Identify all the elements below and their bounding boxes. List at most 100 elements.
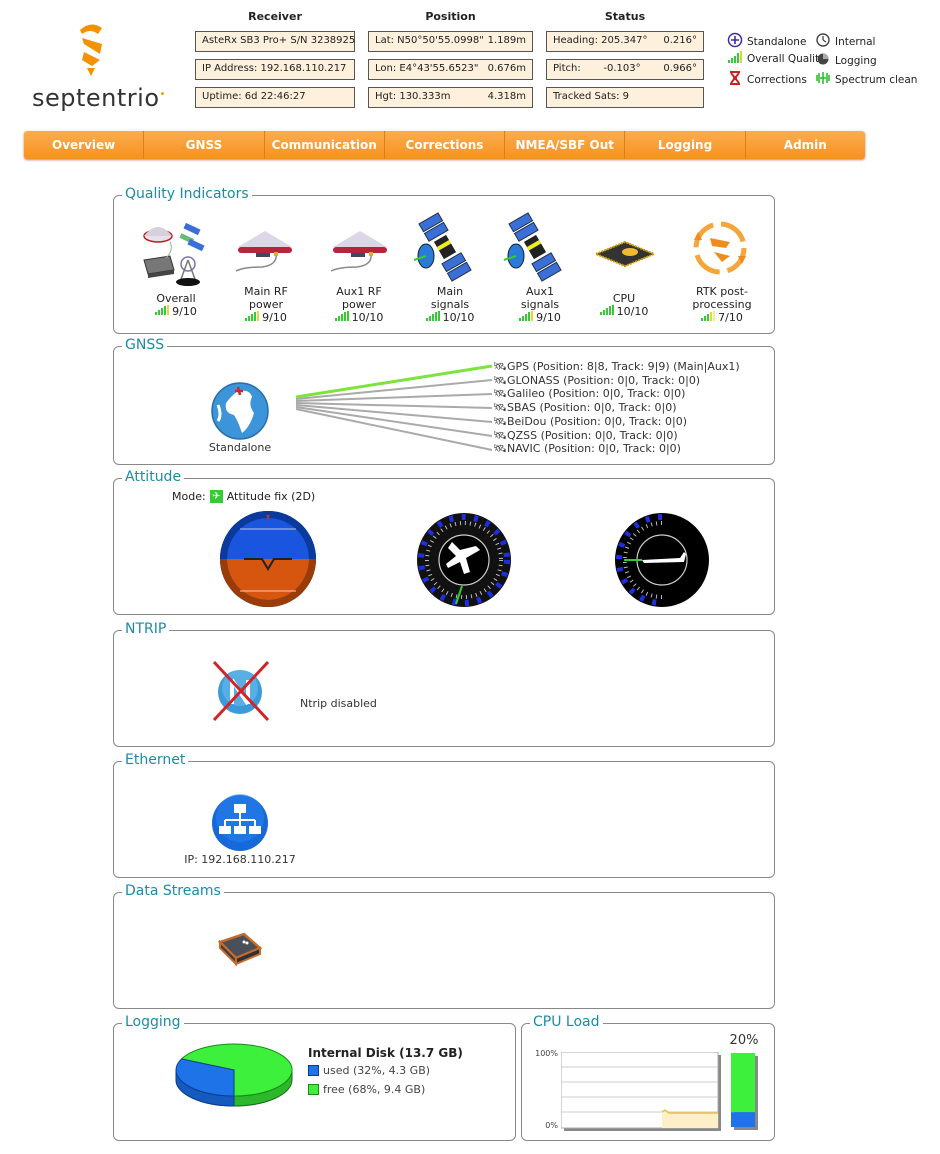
cpu-current-value: 20% [729,1033,759,1048]
position-hgt: Hgt: 130.333m 4.318m [368,87,533,108]
aux1-rf-antenna-icon[interactable] [327,225,393,288]
signal-bars-icon [519,311,534,324]
receiver-model: AsteRx SB3 Pro+ S/N 3238925 [195,31,355,52]
constellation-sbas[interactable]: 🛰SBAS (Position: 0|0, Track: 0|0) [493,401,740,415]
receiver-ip: IP Address: 192.168.110.217 [195,59,355,80]
constellation-gps[interactable]: 🛰GPS (Position: 8|8, Track: 9|9) (Main|A… [493,360,740,374]
nav-nmea-sbf-out[interactable]: NMEA/SBF Out [505,131,626,159]
ntrip-disabled-icon[interactable] [206,658,272,727]
attitude-fix-icon: ✈ [209,490,223,503]
constellation-list: 🛰GPS (Position: 8|8, Track: 9|9) (Main|A… [493,360,740,456]
quality-item-aux1-rf: Aux1 RF power 10/10 [334,285,384,324]
quality-item-main-signals: Main signals 10/10 [414,285,486,324]
main-nav: Overview GNSS Communication Corrections … [24,131,865,159]
signal-bars-icon [245,311,260,324]
panel-title: NTRIP [122,621,170,637]
nav-logging[interactable]: Logging [625,131,746,159]
constellation-qzss[interactable]: 🛰QZSS (Position: 0|0, Track: 0|0) [493,429,740,443]
cpu-bar-free [731,1053,755,1113]
main-signals-satellite-icon[interactable] [412,212,478,285]
artificial-horizon-gauge [218,509,318,612]
pitch-gauge [614,512,710,611]
panel-title: Ethernet [122,752,189,768]
satellite-icon: 🛰 [493,401,507,415]
signal-bars-icon [599,305,614,318]
nav-overview[interactable]: Overview [24,131,145,159]
rtk-postprocessing-icon[interactable] [690,218,750,281]
satellite-icon: 🛰 [493,360,507,373]
overall-quality-icon[interactable] [140,222,206,291]
signal-bars-icon [727,51,743,66]
constellation-glonass[interactable]: 🛰GLONASS (Position: 0|0, Track: 0|0) [493,374,740,388]
satellite-icon: 🛰 [493,387,507,401]
constellation-navic[interactable]: 🛰NAVIC (Position: 0|0, Track: 0|0) [493,442,740,456]
brand-logo: septentrio• [32,84,166,112]
used-swatch-icon [308,1065,319,1076]
clock-icon [815,32,831,51]
ntrip-status: Ntrip disabled [300,697,377,710]
panel-title: Attitude [122,469,185,485]
cpu-y-max-label: 100% [535,1049,558,1058]
network-icon[interactable] [211,794,269,855]
panel-title: GNSS [122,337,168,353]
signal-bars-icon [155,305,170,318]
heading-compass-gauge [416,512,512,611]
legend-free: free (68%, 9.4 GB) [308,1083,425,1096]
cpu-history-chart [561,1052,721,1131]
position-lat: Lat: N50°50'55.0998" 1.189m [368,31,533,52]
cpu-y-min-label: 0% [545,1121,558,1130]
constellation-beidou[interactable]: 🛰BeiDou (Position: 0|0, Track: 0|0) [493,415,740,429]
signal-bars-icon [701,311,716,324]
status-heading: Status [604,10,646,23]
quality-item-rtk-postprocessing: RTK post- processing 7/10 [692,285,752,324]
receiver-device-icon[interactable] [214,932,264,971]
constellation-galileo[interactable]: 🛰Galileo (Position: 0|0, Track: 0|0) [493,387,740,401]
septentrio-logo-mark [76,22,106,78]
legend-overall-quality: Overall Quality [727,51,825,66]
status-heading-value: Heading: 205.347° 0.216° [546,31,704,52]
cpu-chip-icon[interactable] [592,238,658,275]
disk-usage-pie-chart [175,1043,293,1107]
panel-title: Quality Indicators [122,186,252,202]
gnss-mode-label: Standalone [208,441,272,454]
legend-corrections: Corrections [727,70,807,89]
status-pitch: Pitch: -0.103° 0.966° [546,59,704,80]
legend-used: used (32%, 4.3 GB) [308,1064,430,1077]
receiver-heading: Receiver [248,10,302,23]
attitude-mode: Mode: ✈ Attitude fix (2D) [172,490,316,503]
panel-title: CPU Load [530,1014,603,1030]
signal-bars-icon [334,311,349,324]
nav-admin[interactable]: Admin [746,131,865,159]
position-lon: Lon: E4°43'55.6523" 0.676m [368,59,533,80]
satellite-icon: 🛰 [493,414,507,428]
navic-link-line [295,408,493,451]
logging-icon [815,51,831,70]
satellite-icon: 🛰 [493,428,507,442]
aux1-signals-satellite-icon[interactable] [502,212,568,285]
main-rf-antenna-icon[interactable] [232,225,298,288]
quality-item-main-rf: Main RF power 9/10 [244,285,288,324]
globe-standalone-icon[interactable] [210,381,270,444]
position-heading: Position [425,10,476,23]
panel-title: Data Streams [122,883,224,899]
receiver-uptime: Uptime: 6d 22:46:27 [195,87,355,108]
legend-logging: Logging [815,51,877,70]
quality-item-cpu: CPU 10/10 [588,292,660,318]
disk-title: Internal Disk (13.7 GB) [308,1046,463,1060]
gnss-connection-lines [295,364,493,451]
signal-bars-icon [425,311,440,324]
nav-communication[interactable]: Communication [265,131,385,159]
legend-standalone: Standalone [727,32,806,51]
quality-item-aux1-signals: Aux1 signals 9/10 [519,285,561,324]
qzss-link-line [295,406,493,437]
data-streams-panel: Data Streams [113,883,775,1009]
spectrum-icon [815,70,831,89]
satellite-icon: 🛰 [493,373,507,387]
nav-gnss[interactable]: GNSS [144,131,265,159]
standalone-icon [727,32,743,51]
nav-corrections[interactable]: Corrections [385,131,506,159]
cpu-current-bar [731,1053,758,1130]
free-swatch-icon [308,1084,319,1095]
legend-internal: Internal [815,32,875,51]
quality-item-overall: Overall 9/10 [155,292,197,318]
